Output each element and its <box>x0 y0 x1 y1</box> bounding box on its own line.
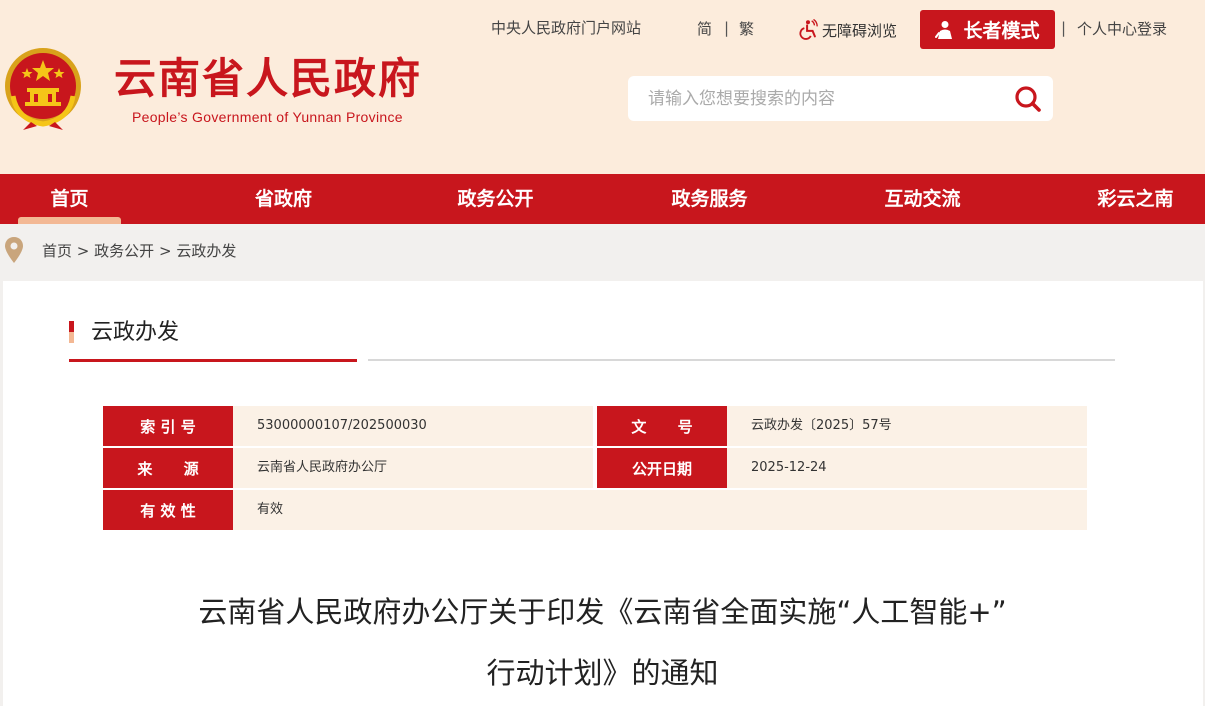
traditional-chinese-link[interactable]: 繁 <box>739 22 754 37</box>
section-title: 云政办发 <box>91 320 180 345</box>
nav-active-indicator <box>18 217 121 224</box>
meta-row-publish-date: 公开日期 2025-12-24 <box>597 448 1087 488</box>
nav-item-government-services[interactable]: 政务服务 <box>658 174 761 224</box>
elder-mode-button[interactable]: 长者模式 <box>920 10 1055 49</box>
meta-label-validity: 有 效 性 <box>103 490 233 530</box>
breadcrumb-separator: > <box>76 242 90 260</box>
breadcrumb-government-affairs[interactable]: 政务公开 <box>94 242 154 260</box>
meta-label-source: 来 源 <box>103 448 233 488</box>
top-links: 中央人民政府门户网站 简 | 繁 无障碍浏览 长者模式 | 个人中心登录 <box>0 0 1205 60</box>
breadcrumb-home[interactable]: 首页 <box>42 242 72 260</box>
accessibility-label: 无障碍浏览 <box>822 21 898 40</box>
meta-row-index: 索 引 号 53000000107/202500030 <box>103 406 593 446</box>
meta-value-index-number: 53000000107/202500030 <box>257 418 427 433</box>
document-title-line-2: 行动计划》的通知 <box>486 656 719 690</box>
section-underline <box>368 359 1115 361</box>
personal-center-login-link[interactable]: 个人中心登录 <box>1077 22 1167 37</box>
nav-item-interaction[interactable]: 互动交流 <box>871 174 974 224</box>
central-government-portal-link[interactable]: 中央人民政府门户网站 <box>491 21 641 36</box>
main-nav: 首页 省政府 政务公开 政务服务 互动交流 彩云之南 <box>0 174 1205 224</box>
search-input[interactable] <box>628 76 998 121</box>
meta-row-validity: 有 效 性 有效 <box>103 490 1087 530</box>
accessibility-link[interactable]: 无障碍浏览 <box>797 18 897 42</box>
site-subtitle: People’s Government of Yunnan Province <box>132 109 403 125</box>
meta-value-publish-date: 2025-12-24 <box>751 460 827 475</box>
meta-label-publish-date: 公开日期 <box>597 448 727 488</box>
meta-label-document-number: 文 号 <box>597 406 727 446</box>
meta-label-index-number: 索 引 号 <box>103 406 233 446</box>
search-icon[interactable] <box>1013 84 1043 114</box>
site-title[interactable]: 云南省人民政府 <box>114 58 422 100</box>
wheelchair-icon <box>799 19 818 40</box>
elder-mode-label: 长者模式 <box>963 20 1040 42</box>
meta-value-source: 云南省人民政府办公厅 <box>257 460 388 475</box>
meta-row-document-number: 文 号 云政办发〔2025〕57号 <box>597 406 1087 446</box>
document-title-line-1: 云南省人民政府办公厅关于印发《云南省全面实施“人工智能+” <box>198 595 1007 629</box>
breadcrumb-current[interactable]: 云政办发 <box>176 242 236 260</box>
nav-item-government-affairs-disclosure[interactable]: 政务公开 <box>444 174 547 224</box>
meta-value-document-number: 云政办发〔2025〕57号 <box>751 418 892 433</box>
elder-person-icon <box>935 20 953 39</box>
nav-item-colorful-yunnan[interactable]: 彩云之南 <box>1084 174 1187 224</box>
meta-row-source: 来 源 云南省人民政府办公厅 <box>103 448 593 488</box>
breadcrumb: 首页 > 政务公开 > 云政办发 <box>42 242 236 260</box>
section-underline-accent <box>69 359 357 362</box>
login-separator: | <box>1061 19 1067 37</box>
search-box <box>628 76 1053 121</box>
nav-item-provincial-government[interactable]: 省政府 <box>232 174 335 224</box>
meta-value-validity: 有效 <box>257 502 284 517</box>
breadcrumb-separator: > <box>158 242 172 260</box>
language-separator: | <box>724 19 730 37</box>
simplified-chinese-link[interactable]: 简 <box>697 22 712 37</box>
section-marker <box>69 321 74 343</box>
location-pin-icon <box>5 237 23 263</box>
